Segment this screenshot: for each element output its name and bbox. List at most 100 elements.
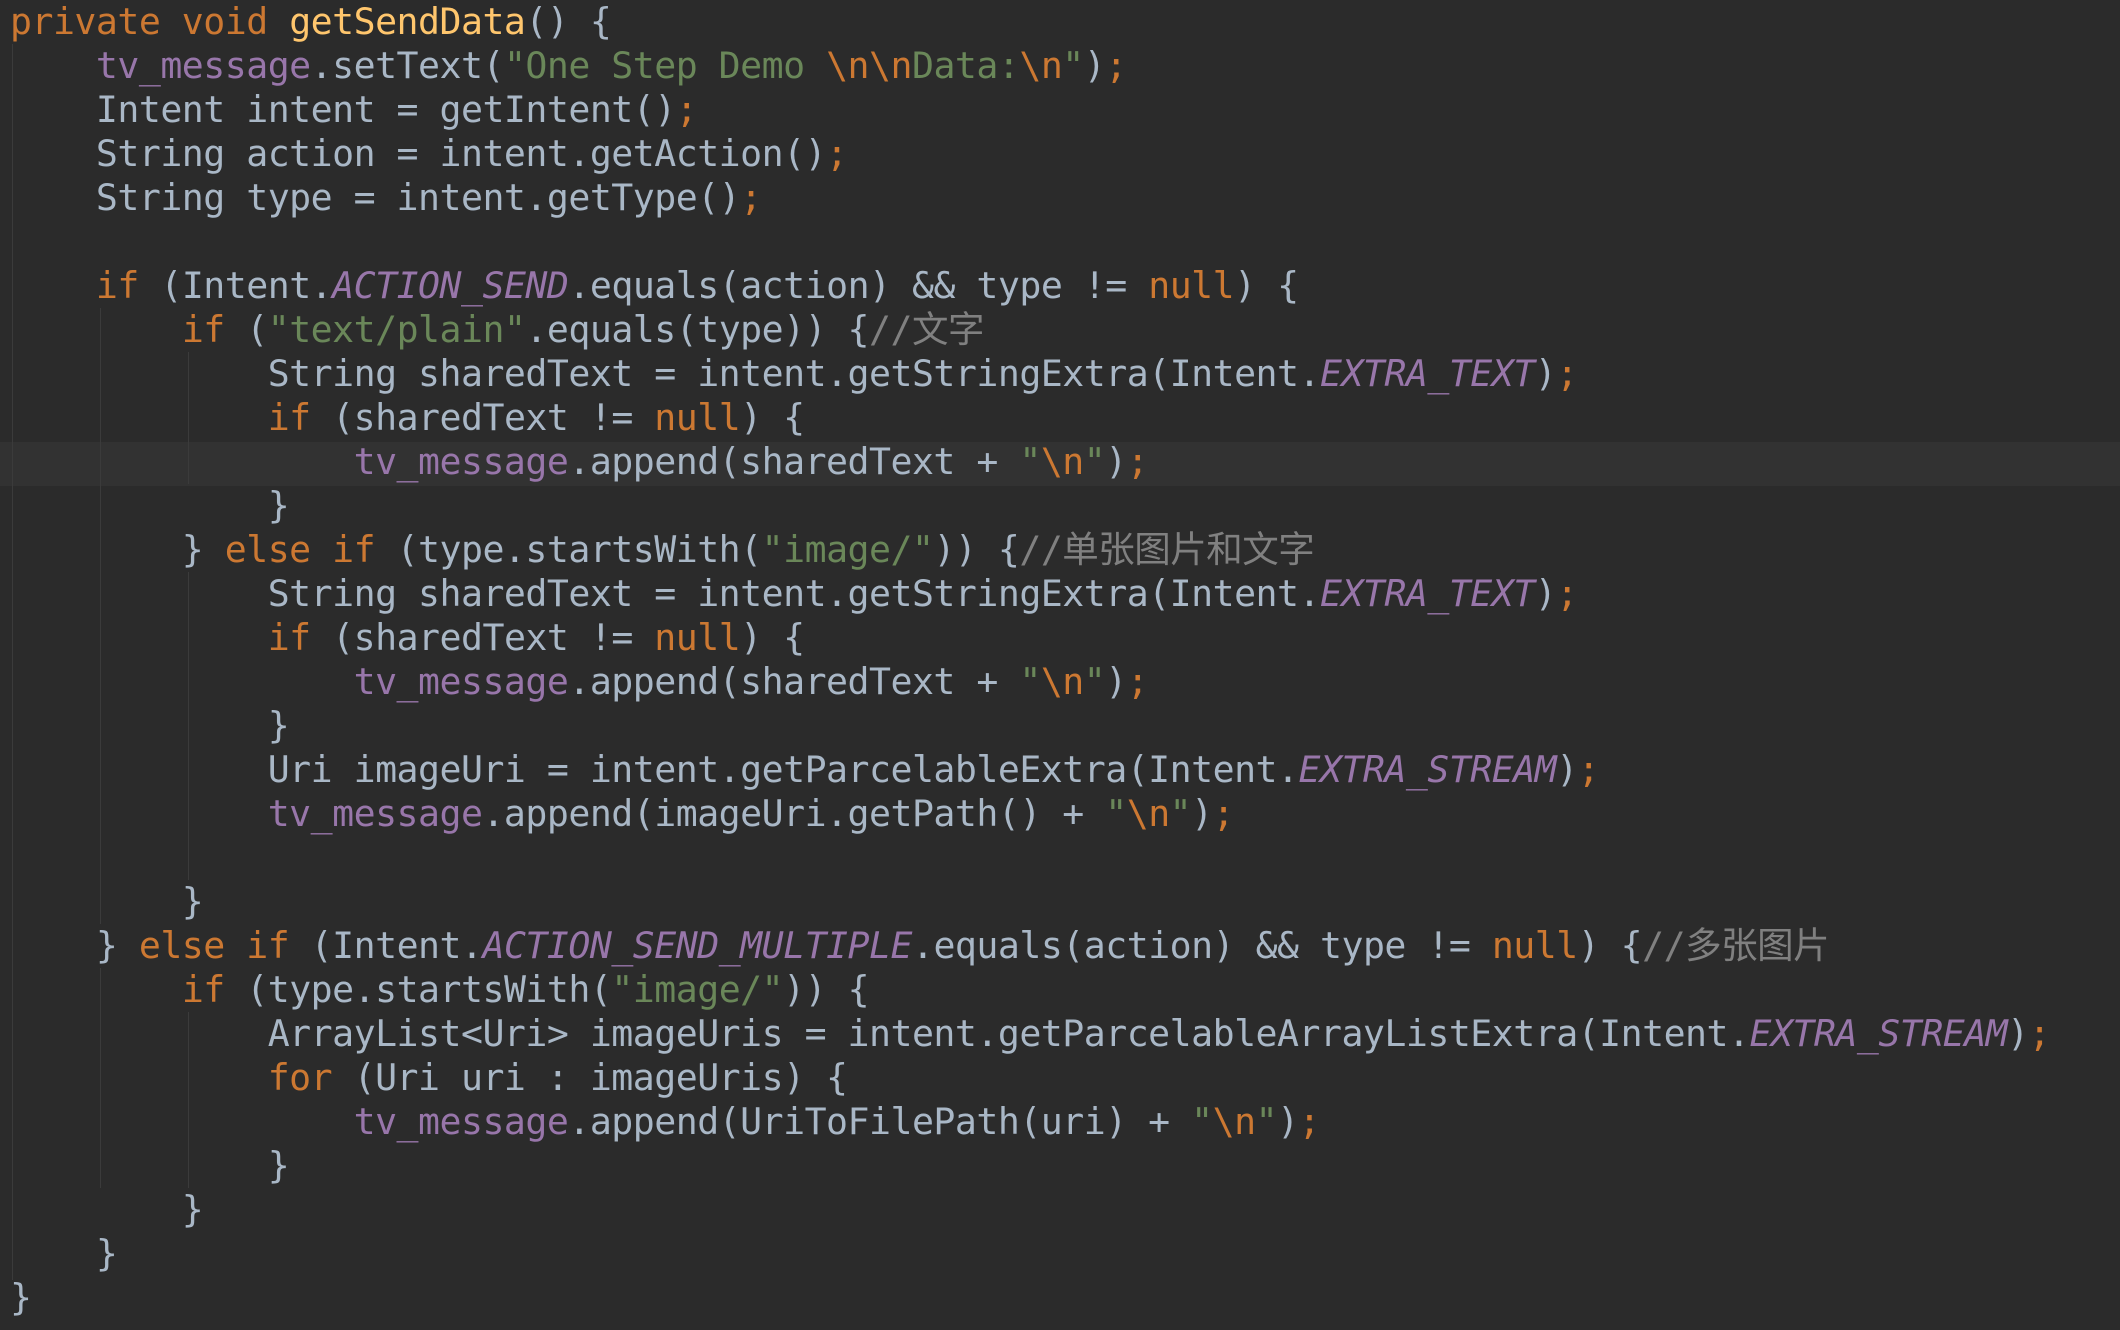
- code-line[interactable]: if ("text/plain".equals(type)) {//文字: [10, 308, 985, 352]
- code-token: tv_message: [353, 660, 569, 703]
- code-line[interactable]: String type = intent.getType();: [10, 176, 762, 220]
- code-token: (sharedText !=: [332, 396, 655, 439]
- code-token: (Intent.: [160, 264, 333, 307]
- code-token: (: [246, 308, 268, 351]
- code-token: .append(sharedText +: [568, 440, 1020, 483]
- code-token: EXTRA_STREAM: [1749, 1012, 2008, 1055]
- code-line[interactable]: } else if (Intent.ACTION_SEND_MULTIPLE.e…: [10, 924, 1830, 968]
- code-token: )) {: [783, 968, 870, 1011]
- code-token: }: [10, 484, 290, 527]
- code-token: if: [267, 396, 333, 439]
- code-token: .append(sharedText +: [568, 660, 1020, 703]
- code-line[interactable]: private void getSendData() {: [10, 0, 612, 44]
- code-line[interactable]: tv_message.append(sharedText + "\n");: [10, 660, 1149, 704]
- code-token: (sharedText !=: [332, 616, 655, 659]
- code-line[interactable]: if (sharedText != null) {: [10, 396, 805, 440]
- code-token: ;: [675, 88, 698, 131]
- code-token: "One Step Demo: [503, 44, 827, 87]
- code-token: "image/": [761, 528, 934, 571]
- code-line[interactable]: }: [10, 1144, 290, 1188]
- code-line[interactable]: if (Intent.ACTION_SEND.equals(action) &&…: [10, 264, 1299, 308]
- code-token: if: [181, 308, 247, 351]
- code-line[interactable]: Uri imageUri = intent.getParcelableExtra…: [10, 748, 1600, 792]
- code-token: Uri imageUri = intent.getParcelableExtra…: [10, 748, 1299, 791]
- code-token: ;: [740, 176, 762, 219]
- code-line[interactable]: tv_message.setText("One Step Demo \n\nDa…: [10, 44, 1127, 88]
- code-token: for: [267, 1056, 354, 1099]
- code-token: }: [10, 528, 225, 571]
- code-line[interactable]: }: [10, 880, 204, 924]
- code-line[interactable]: String action = intent.getAction();: [10, 132, 848, 176]
- code-token: .setText(: [310, 44, 505, 87]
- code-token: .equals(action) && type !=: [911, 924, 1492, 967]
- code-token: \n: [1040, 660, 1084, 703]
- code-line[interactable]: }: [10, 1188, 204, 1232]
- code-token: null: [654, 616, 741, 659]
- code-token: }: [10, 1232, 118, 1275]
- code-line[interactable]: ArrayList<Uri> imageUris = intent.getPar…: [10, 1012, 2051, 1056]
- code-line[interactable]: }: [10, 1232, 118, 1276]
- code-token: ;: [2028, 1012, 2051, 1055]
- code-token: //文字: [869, 308, 984, 351]
- code-token: ;: [1105, 44, 1127, 87]
- code-token: getSendData: [289, 0, 526, 43]
- code-token: ": [1255, 1100, 1278, 1143]
- code-token: .equals(type)) {: [525, 308, 870, 351]
- code-token: if: [95, 264, 161, 307]
- code-token: }: [10, 1276, 32, 1319]
- code-line[interactable]: tv_message.append(UriToFilePath(uri) + "…: [10, 1100, 1321, 1144]
- code-token: EXTRA_TEXT: [1319, 352, 1535, 395]
- code-token: ": [1019, 660, 1041, 703]
- code-line[interactable]: String sharedText = intent.getStringExtr…: [10, 352, 1579, 396]
- code-token: ": [1083, 440, 1106, 483]
- code-token: ): [1277, 1100, 1299, 1143]
- code-token: ) {: [740, 616, 805, 659]
- code-line[interactable]: if (type.startsWith("image/")) {: [10, 968, 870, 1012]
- code-token: private void: [10, 0, 290, 43]
- code-token: ": [1169, 792, 1192, 835]
- code-token: else if: [224, 528, 397, 571]
- code-token: if: [181, 968, 247, 1011]
- code-editor[interactable]: private void getSendData() { tv_message.…: [0, 0, 2120, 1330]
- code-line[interactable]: } else if (type.startsWith("image/")) {/…: [10, 528, 1315, 572]
- code-token: }: [10, 880, 204, 923]
- code-token: ": [1083, 660, 1106, 703]
- code-token: tv_message: [353, 440, 569, 483]
- code-token: String action = intent.getAction(): [10, 132, 827, 175]
- code-line[interactable]: tv_message.append(imageUri.getPath() + "…: [10, 792, 1235, 836]
- code-line[interactable]: }: [10, 484, 290, 528]
- code-token: (Uri uri : imageUris) {: [353, 1056, 848, 1099]
- code-token: //单张图片和文字: [1019, 528, 1315, 571]
- code-token: .equals(action) && type !=: [568, 264, 1149, 307]
- code-token: (type.startsWith(: [396, 528, 763, 571]
- code-token: ;: [1556, 572, 1578, 615]
- code-token: ": [1019, 440, 1041, 483]
- code-area[interactable]: private void getSendData() { tv_message.…: [0, 0, 2120, 1330]
- code-line[interactable]: String sharedText = intent.getStringExtr…: [10, 572, 1579, 616]
- code-token: ;: [1126, 440, 1149, 483]
- code-line[interactable]: if (sharedText != null) {: [10, 616, 805, 660]
- code-token: ) {: [740, 396, 805, 439]
- code-token: ) {: [1577, 924, 1643, 967]
- code-token: Intent intent = getIntent(): [10, 88, 676, 131]
- code-token: tv_message: [353, 1100, 569, 1143]
- code-token: }: [10, 924, 139, 967]
- code-token: EXTRA_STREAM: [1298, 748, 1557, 791]
- code-line[interactable]: tv_message.append(sharedText + "\n");: [10, 440, 1149, 484]
- code-line[interactable]: Intent intent = getIntent();: [10, 88, 698, 132]
- code-line[interactable]: for (Uri uri : imageUris) {: [10, 1056, 848, 1100]
- code-token: ;: [1556, 352, 1578, 395]
- code-line[interactable]: }: [10, 1276, 32, 1320]
- code-token: ;: [826, 132, 848, 175]
- code-token: () {: [525, 0, 612, 43]
- code-line[interactable]: }: [10, 704, 290, 748]
- code-token: null: [1491, 924, 1578, 967]
- code-token: Data:: [911, 44, 1020, 87]
- code-token: tv_message: [267, 792, 483, 835]
